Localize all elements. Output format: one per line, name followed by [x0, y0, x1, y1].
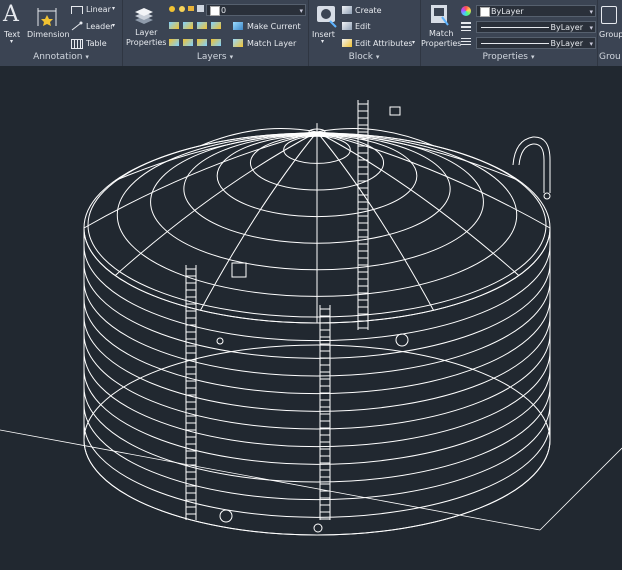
layer-combo[interactable]: 0 ▾ — [206, 4, 306, 16]
linear-icon — [71, 6, 83, 14]
shell-ring — [83, 316, 551, 412]
shell-ring — [83, 439, 551, 536]
lightbulb-icon[interactable] — [169, 6, 175, 12]
drain-nozzle — [313, 523, 323, 533]
create-block-button[interactable]: Create — [355, 6, 382, 15]
make-current-icon — [233, 22, 243, 30]
layer-color-swatch — [210, 6, 220, 16]
groups-panel: Group Grou — [597, 0, 622, 66]
edit-attributes-button[interactable]: Edit Attributes — [355, 39, 413, 48]
edit-attributes-dropdown-icon[interactable]: ▾ — [412, 39, 415, 46]
block-panel-title[interactable]: Block ▾ — [308, 52, 420, 64]
color-swatch — [480, 7, 490, 17]
chevron-down-icon: ▾ — [589, 8, 593, 16]
roof-rafter — [83, 131, 318, 229]
roof-rafter — [316, 131, 434, 311]
edit-attributes-icon — [342, 39, 352, 47]
shell-ring — [83, 333, 551, 430]
roof-rafter — [316, 131, 551, 229]
dimension-icon[interactable] — [35, 4, 59, 28]
tank-wireframe-drawing — [0, 100, 622, 536]
side-nozzle — [216, 337, 224, 345]
layer-properties-icon[interactable] — [132, 4, 156, 28]
linear-dropdown-icon[interactable]: ▾ — [112, 5, 115, 12]
shell-ring — [83, 351, 551, 448]
linetype-combo[interactable]: ByLayer ▾ — [476, 37, 596, 49]
create-block-icon — [342, 6, 352, 14]
tank-bottom-ring — [83, 344, 551, 536]
insert-icon[interactable] — [314, 3, 340, 29]
match-layer-icon — [233, 39, 243, 47]
layer-tool-icon[interactable] — [197, 22, 207, 29]
layers-panel: Layer Properties 0 ▾ Make Current Match … — [122, 0, 309, 66]
linetype-value: ByLayer — [550, 39, 583, 48]
insert-dropdown-icon[interactable]: ▾ — [321, 38, 324, 45]
shell-ring — [83, 386, 551, 483]
lineweight-value: ByLayer — [550, 23, 583, 32]
lineweight-icon — [461, 22, 471, 31]
chevron-down-icon: ▾ — [589, 40, 593, 48]
properties-panel-title[interactable]: Properties ▾ — [420, 52, 597, 64]
linetype-icon — [461, 38, 471, 47]
match-properties-icon[interactable] — [428, 3, 452, 29]
chevron-down-icon: ▾ — [299, 7, 303, 15]
pipe-outlet — [543, 192, 551, 200]
color-value: ByLayer — [491, 7, 524, 16]
sun-icon[interactable] — [179, 6, 185, 12]
layer-tool-icon[interactable] — [183, 22, 193, 29]
groups-panel-title[interactable]: Grou — [597, 52, 622, 64]
layer-tool-icon[interactable] — [183, 39, 193, 46]
drawing-canvas[interactable] — [0, 66, 622, 566]
layer-tool-icon[interactable] — [169, 39, 179, 46]
leader-button[interactable]: Leader — [86, 22, 113, 31]
line-preview — [481, 27, 549, 28]
text-dropdown-icon[interactable]: ▾ — [10, 38, 13, 45]
lineweight-combo[interactable]: ByLayer ▾ — [476, 21, 596, 33]
current-layer-value: 0 — [221, 6, 227, 15]
lock-icon[interactable] — [188, 6, 194, 11]
layer-tool-icon[interactable] — [169, 22, 179, 29]
color-combo[interactable]: ByLayer ▾ — [476, 5, 596, 17]
table-button[interactable]: Table — [86, 39, 107, 48]
roof-rafter — [200, 131, 318, 311]
edit-block-icon — [342, 22, 352, 30]
color-wheel-icon — [461, 6, 471, 16]
shell-ring — [83, 404, 551, 501]
block-panel: Insert ▾ Create Edit Edit Attributes ▾ B… — [308, 0, 421, 66]
shell-ring — [83, 422, 551, 518]
leader-icon — [71, 21, 83, 31]
layer-tool-icon[interactable] — [211, 22, 221, 29]
linear-button[interactable]: Linear — [86, 5, 111, 14]
match-layer-button[interactable]: Match Layer — [247, 39, 296, 48]
layers-panel-title[interactable]: Layers ▾ — [122, 52, 308, 64]
layer-tool-icon[interactable] — [197, 39, 207, 46]
print-icon[interactable] — [197, 5, 204, 12]
group-icon[interactable] — [601, 6, 617, 24]
roof-hatch — [231, 262, 247, 278]
manway-nozzle — [219, 509, 233, 523]
text-icon[interactable]: A — [3, 2, 19, 27]
layer-properties-label[interactable]: Layer Properties — [126, 28, 166, 48]
dimension-button-label[interactable]: Dimension — [27, 30, 70, 39]
side-nozzle — [395, 333, 409, 347]
layer-tool-icon[interactable] — [211, 39, 221, 46]
annotation-panel-title[interactable]: Annotation ▾ — [0, 52, 122, 64]
table-icon — [71, 39, 83, 49]
edit-block-button[interactable]: Edit — [355, 22, 371, 31]
ribbon: A Text ▾ Dimension Linear ▾ Leader ▾ Tab… — [0, 0, 622, 67]
annotation-panel: A Text ▾ Dimension Linear ▾ Leader ▾ Tab… — [0, 0, 123, 66]
make-current-button[interactable]: Make Current — [247, 22, 301, 31]
match-properties-label[interactable]: Match Properties — [421, 29, 461, 49]
chevron-down-icon: ▾ — [589, 24, 593, 32]
shell-ring — [83, 369, 551, 465]
group-button-label[interactable]: Group — [599, 30, 622, 39]
overflow-pipe — [518, 143, 545, 193]
ground-axis-line — [539, 447, 622, 531]
leader-dropdown-icon[interactable]: ▾ — [112, 22, 115, 29]
properties-panel: Match Properties ByLayer ▾ ByLayer ▾ ByL… — [420, 0, 598, 66]
roof-fitting — [389, 106, 401, 116]
line-preview — [481, 43, 549, 44]
